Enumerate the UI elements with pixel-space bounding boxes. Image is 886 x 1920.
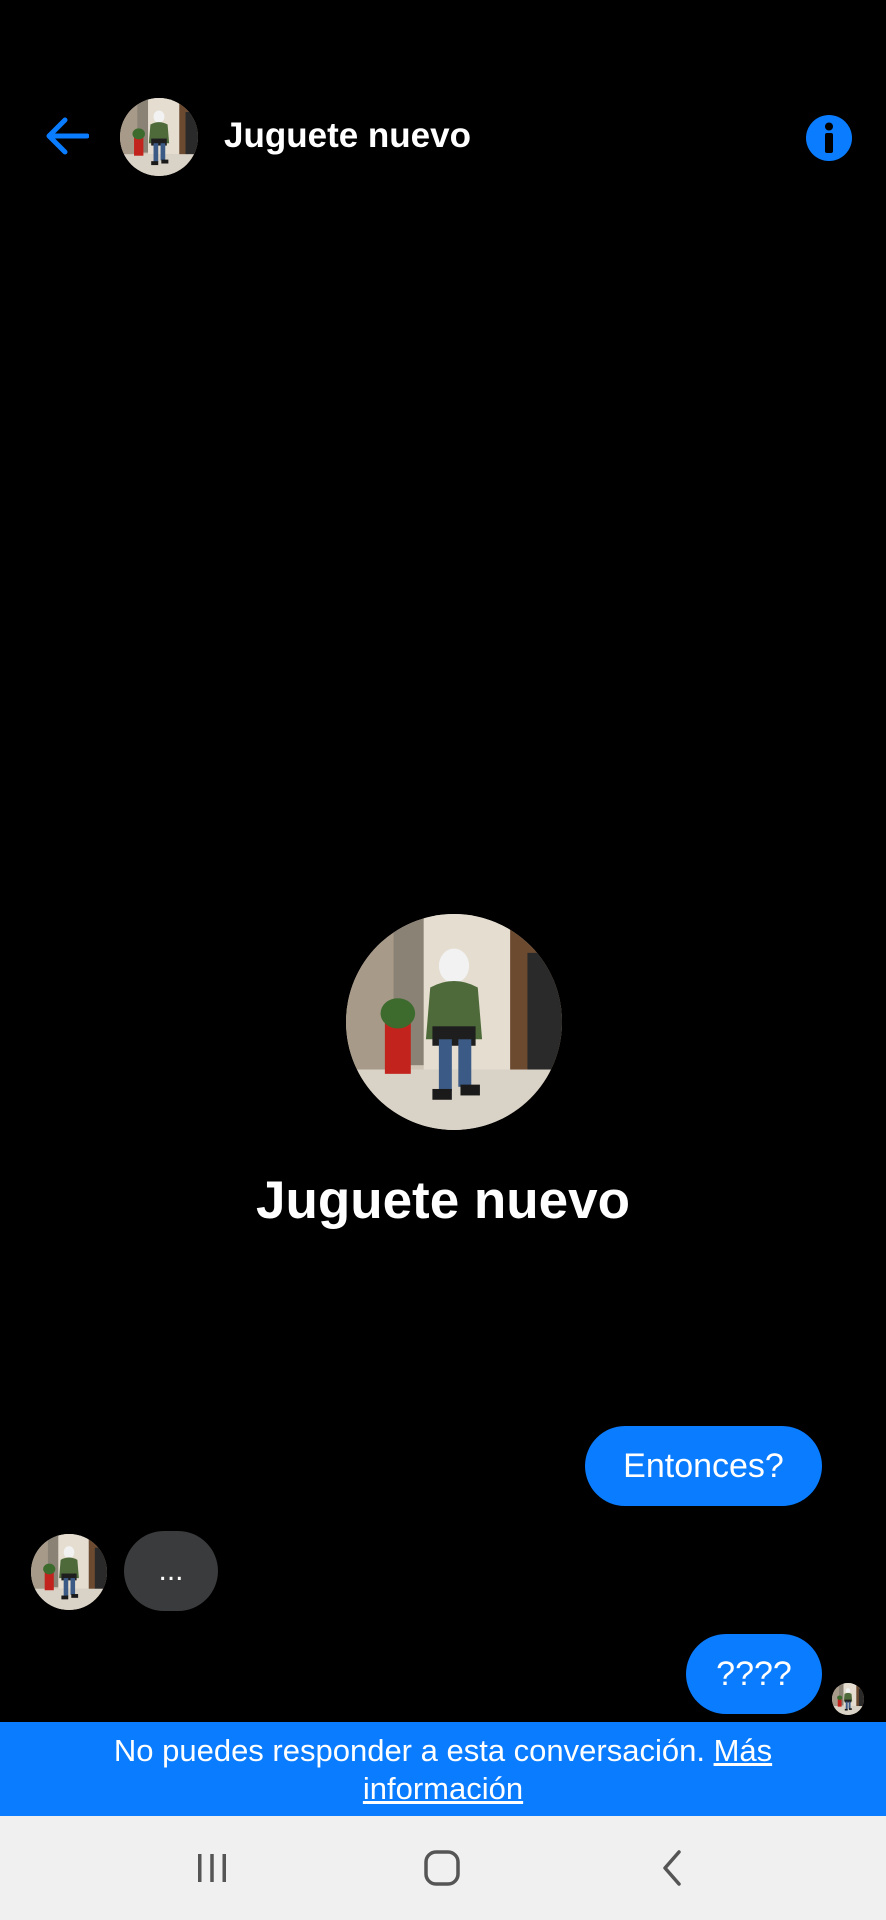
home-icon — [422, 1848, 462, 1888]
info-icon — [805, 114, 853, 162]
recents-button[interactable] — [182, 1838, 242, 1898]
cannot-reply-notice: No puedes responder a esta conversación.… — [0, 1722, 886, 1816]
message-bubble-incoming[interactable]: ... — [124, 1531, 218, 1611]
profile-avatar[interactable] — [346, 914, 562, 1130]
seen-indicator-avatar — [832, 1683, 864, 1715]
avatar[interactable] — [120, 98, 198, 176]
system-navigation-bar — [0, 1816, 886, 1920]
back-chevron-icon — [657, 1848, 687, 1888]
profile-name: Juguete nuevo — [255, 1171, 630, 1230]
avatar[interactable] — [31, 1534, 107, 1610]
conversation-header: Juguete nuevo — [0, 0, 886, 200]
message-bubble-outgoing[interactable]: Entonces? — [585, 1426, 822, 1506]
home-button[interactable] — [412, 1838, 472, 1898]
info-button[interactable] — [805, 114, 853, 162]
message-bubble-outgoing[interactable]: ???? — [686, 1634, 822, 1714]
back-button[interactable] — [40, 110, 92, 162]
conversation-title[interactable]: Juguete nuevo — [224, 116, 471, 156]
arrow-left-icon — [43, 116, 89, 156]
notice-text: No puedes responder a esta conversación. — [113, 1733, 714, 1768]
recents-icon — [194, 1851, 230, 1885]
system-back-button[interactable] — [642, 1838, 702, 1898]
